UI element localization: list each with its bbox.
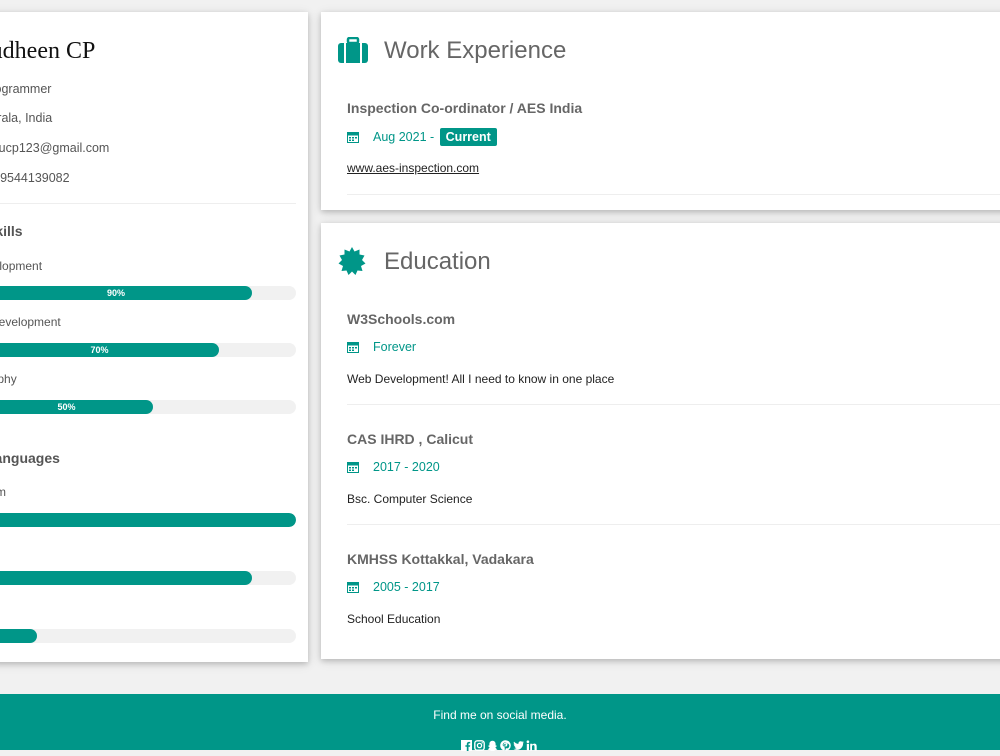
school-date-text: Forever [373, 340, 417, 354]
education-card: Education W3Schools.com Forever Web Deve… [321, 223, 1000, 659]
school-description: Bsc. Computer Science [347, 492, 473, 506]
education-title: Education [384, 248, 491, 275]
profile-location: Kerala, India [0, 111, 53, 125]
calendar-icon [347, 341, 359, 353]
language-bar-fill [0, 571, 252, 585]
language-bar-fill [0, 513, 296, 527]
languages-title: Languages [0, 450, 60, 466]
school-title: W3Schools.com [347, 311, 456, 327]
snapchat-icon[interactable] [487, 738, 498, 752]
calendar-icon [347, 581, 359, 593]
school-title: KMHSS Kottakkal, Vadakara [347, 551, 534, 567]
footer-text: Find me on social media. [433, 708, 567, 722]
skill-label: graphy [0, 372, 17, 386]
twitter-icon[interactable] [513, 738, 524, 750]
skill-bar: 70% [0, 343, 296, 357]
skill-bar-fill: 90% [0, 286, 252, 300]
profile-phone: -919544139082 [0, 171, 70, 185]
language-bar [0, 513, 296, 527]
profile-email: hajucp123@gmail.com [0, 141, 110, 155]
work-experience-card: Work Experience Inspection Co-ordinator … [321, 12, 1000, 210]
language-bar-fill [0, 629, 37, 643]
school-date-text: 2005 - 2017 [373, 580, 440, 594]
job-title: Inspection Co-ordinator / AES India [347, 100, 583, 116]
skill-label: d Development [0, 315, 61, 329]
skill-bar: 90% [0, 286, 296, 300]
divider [347, 404, 1000, 405]
job-date-text: Aug 2021 - [373, 130, 435, 144]
profile-card: judheen CP Programmer Kerala, India haju… [0, 12, 308, 662]
school-date: 2005 - 2017 [347, 580, 440, 594]
skills-title: Skills [0, 223, 23, 239]
certificate-icon [338, 247, 366, 280]
suitcase-icon [338, 36, 368, 68]
calendar-icon [347, 131, 359, 143]
divider [0, 203, 296, 204]
social-icons [461, 738, 537, 752]
job-date: Aug 2021 - Current [347, 128, 497, 146]
facebook-icon[interactable] [461, 738, 472, 751]
skill-bar: 50% [0, 400, 296, 414]
language-label: alam [0, 485, 7, 499]
school-date: Forever [347, 340, 416, 354]
divider [347, 524, 1000, 525]
school-description: Web Development! All I need to know in o… [347, 372, 615, 386]
company-link[interactable]: www.aes-inspection.com [347, 161, 479, 175]
school-description: School Education [347, 612, 441, 626]
school-date-text: 2017 - 2020 [373, 460, 440, 474]
calendar-icon [347, 461, 359, 473]
profile-job: Programmer [0, 82, 52, 96]
skill-label: evelopment [0, 259, 43, 273]
instagram-icon[interactable] [474, 738, 485, 751]
school-title: CAS IHRD , Calicut [347, 431, 474, 447]
profile-name: judheen CP [0, 38, 96, 64]
language-bar [0, 571, 296, 585]
linkedin-icon[interactable] [526, 738, 537, 751]
pinterest-icon[interactable] [500, 738, 511, 751]
current-badge: Current [439, 128, 497, 146]
work-experience-title: Work Experience [384, 37, 567, 64]
language-bar [0, 629, 296, 643]
divider [347, 194, 1000, 195]
skill-bar-fill: 50% [0, 400, 153, 414]
skill-bar-fill: 70% [0, 343, 219, 357]
footer: Find me on social media. [0, 694, 1000, 752]
school-date: 2017 - 2020 [347, 460, 440, 474]
